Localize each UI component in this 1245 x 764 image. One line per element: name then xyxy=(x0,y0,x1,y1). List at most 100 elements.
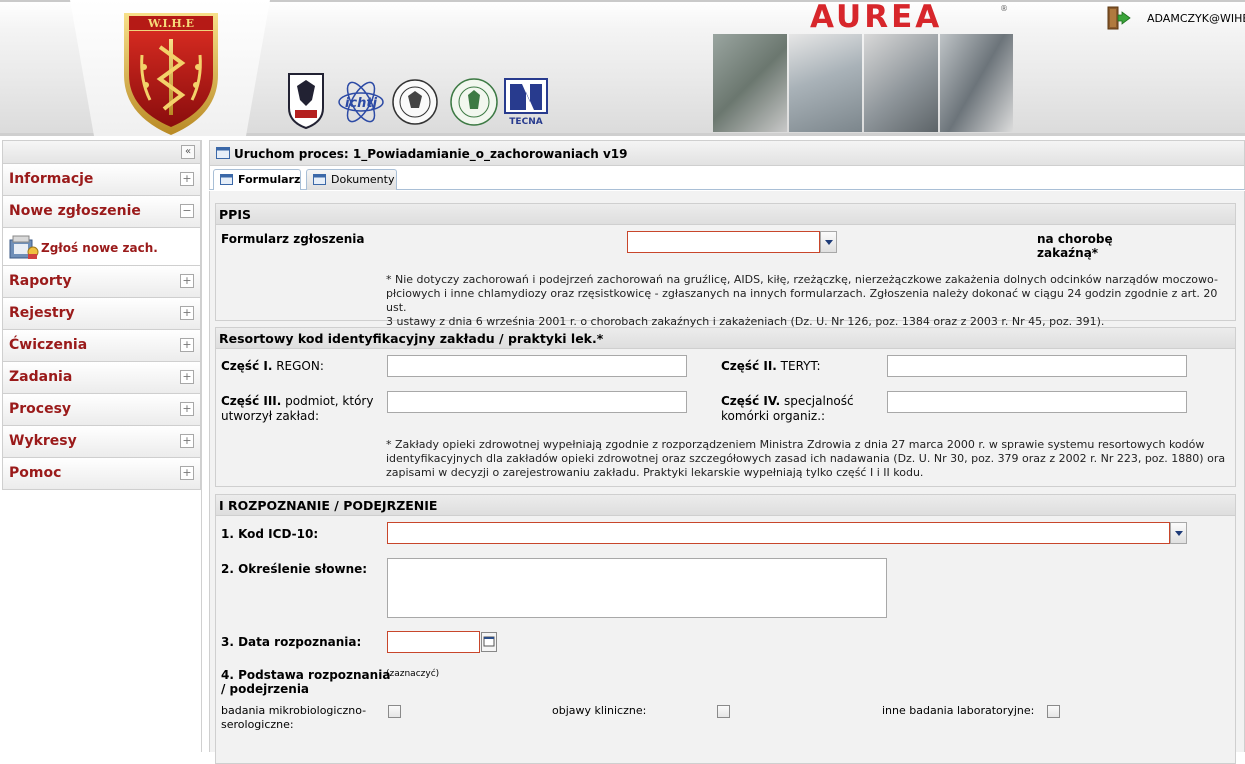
sidebar-item-nowe-zgloszenie[interactable]: Nowe zgłoszenie − xyxy=(2,196,201,228)
tecna-text: TECNA xyxy=(509,117,542,126)
part-bold: Część I. xyxy=(221,359,273,373)
regon-label: Część I. REGON: xyxy=(221,359,324,373)
sidebar-item-label: Procesy xyxy=(9,401,72,417)
specjalnosc-input[interactable] xyxy=(887,391,1187,413)
expand-icon[interactable]: + xyxy=(180,402,194,416)
sidebar-item-label: Wykresy xyxy=(9,433,77,449)
podstawa-label: 4. Podstawa rozpoznania / podejrzenia xyxy=(221,668,390,696)
expand-icon[interactable]: + xyxy=(180,306,194,320)
page-title: Uruchom proces: 1_Powiadamianie_o_zachor… xyxy=(234,147,628,161)
expand-icon[interactable]: + xyxy=(180,172,194,186)
note-line: * Zakłady opieki zdrowotnej wypełniają z… xyxy=(386,438,1205,451)
expand-icon[interactable]: + xyxy=(180,274,194,288)
sidebar-item-label: Informacje xyxy=(9,171,94,187)
expand-icon[interactable]: + xyxy=(180,466,194,480)
sidebar-item-informacje[interactable]: Informacje + xyxy=(2,164,201,196)
section-header: I ROZPOZNANIE / PODEJRZENIE xyxy=(216,495,1235,516)
tab-label: Formularz xyxy=(238,173,301,186)
part-text: komórki organiz.: xyxy=(721,409,826,423)
part-bold: Część III. xyxy=(221,394,282,408)
checkbox-mikrobio[interactable] xyxy=(388,705,401,718)
app-header: W.I.H.E ichtj TECNA AUREA ® ADAMCZYK@WIH… xyxy=(0,0,1245,136)
part-bold: Część IV. xyxy=(721,394,781,408)
documents-tab-icon xyxy=(313,174,326,185)
regon-input[interactable] xyxy=(387,355,687,377)
part-text: specjalność xyxy=(780,394,854,408)
zaznaczyc-hint: (zaznaczyć) xyxy=(386,669,440,679)
sidebar-item-raporty[interactable]: Raporty + xyxy=(2,266,201,298)
current-user: ADAMCZYK@WIHE xyxy=(1147,12,1245,25)
seal-logo-2 xyxy=(450,78,498,126)
note-line: zapisami w decyzji o zarejestrowaniu zak… xyxy=(386,466,924,479)
cb-mikrobio-label: badania mikrobiologiczno- serologiczne: xyxy=(221,704,366,732)
expand-icon[interactable]: + xyxy=(180,338,194,352)
ichtj-text: ichtj xyxy=(345,96,378,111)
formularz-zgloszenia-select[interactable] xyxy=(627,231,820,253)
lab-photo-2 xyxy=(788,34,862,132)
section-header: PPIS xyxy=(216,204,1235,225)
sidebar-subitem-label: Zgłoś nowe zach. xyxy=(41,241,158,255)
collapse-icon[interactable]: − xyxy=(180,204,194,218)
sidebar-collapse-bar: « xyxy=(2,140,201,164)
sidebar-item-label: Raporty xyxy=(9,273,72,289)
expand-icon[interactable]: + xyxy=(180,434,194,448)
calendar-icon[interactable] xyxy=(481,632,497,652)
sidebar-item-cwiczenia[interactable]: Ćwiczenia + xyxy=(2,330,201,362)
teryt-input[interactable] xyxy=(887,355,1187,377)
na-chorobe-label: na chorobę zakaźną* xyxy=(1037,232,1113,260)
tab-strip: Formularz Dokumenty xyxy=(209,166,1245,190)
sidebar-subitem-zglos[interactable]: Zgłoś nowe zach. xyxy=(2,228,201,266)
wihe-shield-logo: W.I.H.E xyxy=(124,13,218,135)
tab-dokumenty[interactable]: Dokumenty xyxy=(306,169,397,190)
icd-label: 1. Kod ICD-10: xyxy=(221,527,319,541)
data-rozpoznania-input[interactable] xyxy=(387,631,480,653)
header-photo-strip xyxy=(713,34,1013,132)
part-bold: Część II. xyxy=(721,359,777,373)
podstawa-line: / podejrzenia xyxy=(221,682,310,696)
checkbox-objawy[interactable] xyxy=(717,705,730,718)
podmiot-input[interactable] xyxy=(387,391,687,413)
sidebar-item-wykresy[interactable]: Wykresy + xyxy=(2,426,201,458)
okreslenie-textarea[interactable] xyxy=(387,558,887,618)
specjalnosc-label: Część IV. specjalność komórki organiz.: xyxy=(721,394,854,424)
checkbox-inne[interactable] xyxy=(1047,705,1060,718)
seal-logo-1 xyxy=(392,79,438,125)
formularz-zgloszenia-label: Formularz zgłoszenia xyxy=(221,232,365,246)
window-icon xyxy=(216,147,230,159)
icd-select[interactable] xyxy=(387,522,1170,544)
section-header: Resortowy kod identyfikacyjny zakładu / … xyxy=(216,328,1235,349)
sidebar-item-label: Zadania xyxy=(9,369,73,385)
chevron-down-icon[interactable] xyxy=(1170,522,1187,544)
cb-label-line: badania mikrobiologiczno- xyxy=(221,704,367,717)
lab-photo-1 xyxy=(713,34,787,132)
chevron-down-icon[interactable] xyxy=(820,231,837,253)
sidebar: « Informacje + Nowe zgłoszenie − Zgłoś n… xyxy=(2,140,202,752)
tecna-logo: TECNA xyxy=(504,78,548,126)
tab-formularz[interactable]: Formularz xyxy=(213,169,301,190)
logout-icon[interactable] xyxy=(1106,6,1132,30)
main-panel: Uruchom proces: 1_Powiadamianie_o_zachor… xyxy=(209,140,1245,764)
section-rozpoznanie: I ROZPOZNANIE / PODEJRZENIE 1. Kod ICD-1… xyxy=(215,494,1236,764)
sidebar-item-zadania[interactable]: Zadania + xyxy=(2,362,201,394)
ichtj-logo: ichtj xyxy=(338,81,384,123)
form-tab-icon xyxy=(220,174,233,185)
sidebar-item-procesy[interactable]: Procesy + xyxy=(2,394,201,426)
cb-label-line: serologiczne: xyxy=(221,718,294,731)
sidebar-item-pomoc[interactable]: Pomoc + xyxy=(2,458,201,490)
part-text: REGON: xyxy=(272,359,324,373)
expand-icon[interactable]: + xyxy=(180,370,194,384)
section-resort: Resortowy kod identyfikacyjny zakładu / … xyxy=(215,327,1236,487)
sidebar-item-label: Rejestry xyxy=(9,305,75,321)
report-case-icon xyxy=(9,235,39,259)
cb-inne-label: inne badania laboratoryjne: xyxy=(882,704,1035,717)
sidebar-item-label: Ćwiczenia xyxy=(9,337,88,353)
podmiot-label: Część III. podmiot, który utworzył zakła… xyxy=(221,394,373,424)
podstawa-line: 4. Podstawa rozpoznania xyxy=(221,668,391,682)
process-title-bar: Uruchom proces: 1_Powiadamianie_o_zachor… xyxy=(209,140,1245,166)
collapse-sidebar-button[interactable]: « xyxy=(181,145,195,159)
shield-text: W.I.H.E xyxy=(147,17,194,30)
part-text: TERYT: xyxy=(776,359,821,373)
wihe-eagle-logo xyxy=(288,73,324,130)
sidebar-item-rejestry[interactable]: Rejestry + xyxy=(2,298,201,330)
section-ppis: PPIS Formularz zgłoszenia na chorobę zak… xyxy=(215,203,1236,328)
